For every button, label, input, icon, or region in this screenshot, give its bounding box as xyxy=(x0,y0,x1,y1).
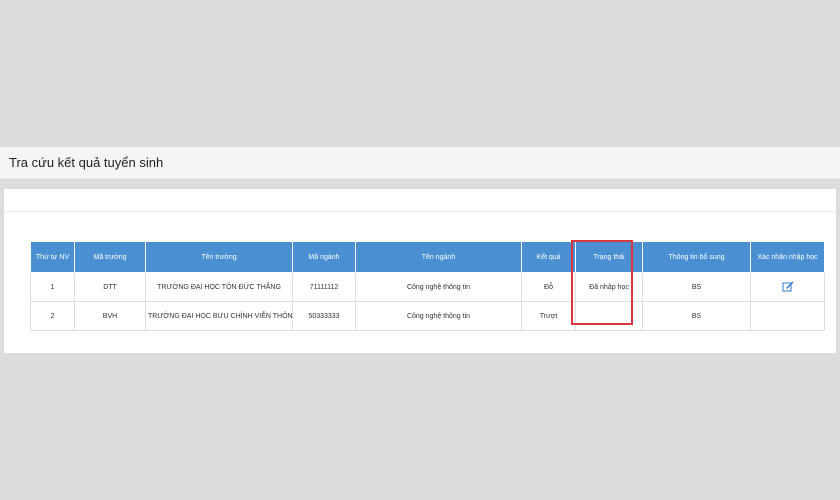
cell-major-code: 71111112 xyxy=(292,272,356,302)
cell-confirm-enrollment xyxy=(750,301,825,331)
edit-icon[interactable] xyxy=(782,281,794,293)
cell-extra-info: BS xyxy=(642,301,751,331)
cell-major-code: 50333333 xyxy=(292,301,356,331)
table-row: 1 DTT TRƯỜNG ĐẠI HỌC TÔN ĐỨC THẮNG 71111… xyxy=(30,272,825,302)
results-table: Thứ tự NV Mã trường Tên trường Mã ngành … xyxy=(30,241,825,331)
panel-divider xyxy=(4,211,836,212)
results-panel: Thứ tự NV Mã trường Tên trường Mã ngành … xyxy=(4,189,836,353)
cell-result: Đỗ xyxy=(521,272,576,302)
table-header-row: Thứ tự NV Mã trường Tên trường Mã ngành … xyxy=(30,241,825,273)
cell-status xyxy=(575,301,643,331)
cell-school-name: TRƯỜNG ĐẠI HỌC BƯU CHÍNH VIỄN THÔNG xyxy=(145,301,293,331)
title-bar: Tra cứu kết quả tuyển sinh xyxy=(0,147,840,179)
page-title: Tra cứu kết quả tuyển sinh xyxy=(9,155,164,170)
cell-school-code: DTT xyxy=(74,272,146,302)
cell-order: 2 xyxy=(30,301,75,331)
col-header-status[interactable]: Trạng thái xyxy=(575,241,643,273)
cell-status: Đã nhập học xyxy=(575,272,643,302)
col-header-result[interactable]: Kết quả xyxy=(521,241,576,273)
cell-major-name: Công nghệ thông tin xyxy=(355,301,522,331)
col-header-extra-info[interactable]: Thông tin bổ sung xyxy=(642,241,751,273)
col-header-school-code[interactable]: Mã trường xyxy=(74,241,146,273)
col-header-order[interactable]: Thứ tự NV xyxy=(30,241,75,273)
col-header-school-name[interactable]: Tên trường xyxy=(145,241,293,273)
cell-confirm-enrollment xyxy=(750,272,825,302)
cell-order: 1 xyxy=(30,272,75,302)
col-header-major-name[interactable]: Tên ngành xyxy=(355,241,522,273)
cell-major-name: Công nghệ thông tin xyxy=(355,272,522,302)
col-header-confirm-enrollment[interactable]: Xác nhận nhập học xyxy=(750,241,825,273)
col-header-major-code[interactable]: Mã ngành xyxy=(292,241,356,273)
cell-result: Trượt xyxy=(521,301,576,331)
cell-school-name: TRƯỜNG ĐẠI HỌC TÔN ĐỨC THẮNG xyxy=(145,272,293,302)
cell-extra-info: BS xyxy=(642,272,751,302)
table-row: 2 BVH TRƯỜNG ĐẠI HỌC BƯU CHÍNH VIỄN THÔN… xyxy=(30,301,825,331)
cell-school-code: BVH xyxy=(74,301,146,331)
